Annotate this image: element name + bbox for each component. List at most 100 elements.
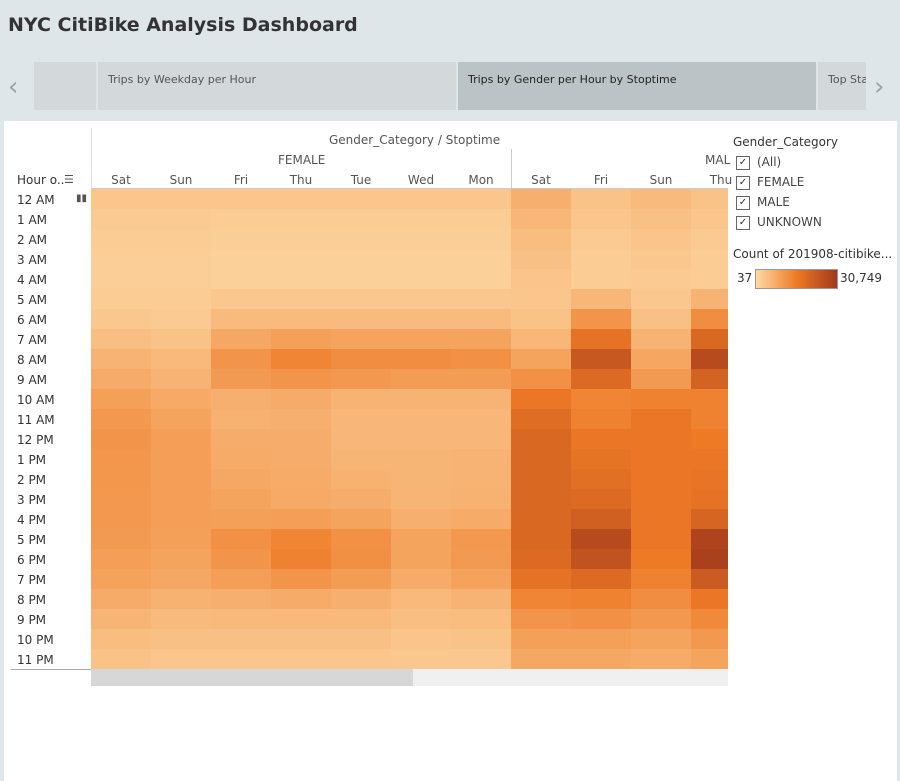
heatmap-cell[interactable] bbox=[691, 609, 728, 629]
heatmap-cell[interactable] bbox=[571, 609, 631, 629]
heatmap-cell[interactable] bbox=[91, 569, 151, 589]
heatmap-cell[interactable] bbox=[571, 569, 631, 589]
heatmap-cell[interactable] bbox=[691, 429, 728, 449]
heatmap-cell[interactable] bbox=[211, 429, 271, 449]
heatmap-cell[interactable] bbox=[271, 269, 331, 289]
heatmap-cell[interactable] bbox=[91, 189, 151, 209]
heatmap-cell[interactable] bbox=[451, 469, 511, 489]
heatmap-cell[interactable] bbox=[451, 209, 511, 229]
heatmap-cell[interactable] bbox=[631, 589, 691, 609]
heatmap-cell[interactable] bbox=[451, 269, 511, 289]
heatmap-cell[interactable] bbox=[211, 649, 271, 669]
heatmap-cell[interactable] bbox=[571, 229, 631, 249]
heatmap-cell[interactable] bbox=[91, 209, 151, 229]
heatmap-cell[interactable] bbox=[691, 209, 728, 229]
heatmap-cell[interactable] bbox=[451, 329, 511, 349]
heatmap-cell[interactable] bbox=[151, 209, 211, 229]
heatmap-cell[interactable] bbox=[91, 329, 151, 349]
heatmap-cell[interactable] bbox=[271, 489, 331, 509]
heatmap-cell[interactable] bbox=[631, 609, 691, 629]
heatmap-cell[interactable] bbox=[391, 649, 451, 669]
heatmap-cell[interactable] bbox=[691, 449, 728, 469]
heatmap-cell[interactable] bbox=[691, 589, 728, 609]
heatmap-cell[interactable] bbox=[691, 649, 728, 669]
heatmap-cell[interactable] bbox=[631, 429, 691, 449]
heatmap-cell[interactable] bbox=[631, 349, 691, 369]
heatmap-cell[interactable] bbox=[451, 389, 511, 409]
heatmap-cell[interactable] bbox=[211, 589, 271, 609]
heatmap-cell[interactable] bbox=[511, 189, 571, 209]
heatmap-cell[interactable] bbox=[391, 429, 451, 449]
heatmap-cell[interactable] bbox=[631, 369, 691, 389]
tab-top-stations[interactable]: Top Sta bbox=[818, 62, 866, 110]
heatmap-cell[interactable] bbox=[451, 449, 511, 469]
heatmap-cell[interactable] bbox=[91, 269, 151, 289]
heatmap-cell[interactable] bbox=[571, 529, 631, 549]
heatmap-cell[interactable] bbox=[511, 389, 571, 409]
heatmap-cell[interactable] bbox=[691, 489, 728, 509]
heatmap-cell[interactable] bbox=[91, 469, 151, 489]
heatmap-cell[interactable] bbox=[151, 329, 211, 349]
heatmap-cell[interactable] bbox=[691, 529, 728, 549]
heatmap-cell[interactable] bbox=[271, 349, 331, 369]
heatmap-cell[interactable] bbox=[331, 629, 391, 649]
heatmap-cell[interactable] bbox=[691, 469, 728, 489]
heatmap-cell[interactable] bbox=[691, 289, 728, 309]
heatmap-cell[interactable] bbox=[631, 449, 691, 469]
heatmap-cell[interactable] bbox=[511, 229, 571, 249]
heatmap-cell[interactable] bbox=[271, 209, 331, 229]
heatmap-cell[interactable] bbox=[571, 409, 631, 429]
heatmap-cell[interactable] bbox=[331, 209, 391, 229]
heatmap-cell[interactable] bbox=[631, 549, 691, 569]
heatmap-cell[interactable] bbox=[151, 589, 211, 609]
heatmap-cell[interactable] bbox=[391, 569, 451, 589]
heatmap-cell[interactable] bbox=[211, 489, 271, 509]
heatmap-cell[interactable] bbox=[271, 389, 331, 409]
heatmap-cell[interactable] bbox=[91, 369, 151, 389]
heatmap-cell[interactable] bbox=[271, 289, 331, 309]
heatmap-cell[interactable] bbox=[91, 289, 151, 309]
heatmap-cell[interactable] bbox=[391, 369, 451, 389]
heatmap-cell[interactable] bbox=[391, 549, 451, 569]
checkbox-icon[interactable]: ✓ bbox=[736, 155, 750, 170]
tab-trips-by-weekday[interactable]: Trips by Weekday per Hour bbox=[98, 62, 456, 110]
heatmap-cell[interactable] bbox=[151, 509, 211, 529]
heatmap-cell[interactable] bbox=[511, 529, 571, 549]
heatmap-cell[interactable] bbox=[151, 409, 211, 429]
heatmap-cell[interactable] bbox=[331, 189, 391, 209]
filter-option-male[interactable]: ✓ MALE bbox=[736, 195, 790, 210]
chevron-left-icon[interactable]: ‹ bbox=[8, 72, 18, 102]
heatmap-cell[interactable] bbox=[631, 289, 691, 309]
heatmap-cell[interactable] bbox=[451, 529, 511, 549]
heatmap-cell[interactable] bbox=[331, 609, 391, 629]
heatmap-cell[interactable] bbox=[271, 569, 331, 589]
heatmap-cell[interactable] bbox=[631, 389, 691, 409]
heatmap-cell[interactable] bbox=[391, 289, 451, 309]
heatmap-cell[interactable] bbox=[691, 349, 728, 369]
heatmap-cell[interactable] bbox=[271, 249, 331, 269]
heatmap-cell[interactable] bbox=[511, 289, 571, 309]
heatmap-cell[interactable] bbox=[571, 629, 631, 649]
heatmap-cell[interactable] bbox=[511, 629, 571, 649]
checkbox-icon[interactable]: ✓ bbox=[736, 195, 750, 210]
heatmap-cell[interactable] bbox=[571, 309, 631, 329]
heatmap-cell[interactable] bbox=[331, 289, 391, 309]
heatmap-cell[interactable] bbox=[451, 629, 511, 649]
heatmap-cell[interactable] bbox=[391, 389, 451, 409]
heatmap-cell[interactable] bbox=[151, 449, 211, 469]
heatmap-cell[interactable] bbox=[331, 249, 391, 269]
heatmap-cell[interactable] bbox=[571, 509, 631, 529]
heatmap-cell[interactable] bbox=[271, 409, 331, 429]
checkbox-icon[interactable]: ✓ bbox=[736, 175, 750, 190]
heatmap-cell[interactable] bbox=[151, 269, 211, 289]
heatmap-cell[interactable] bbox=[691, 309, 728, 329]
heatmap-cell[interactable] bbox=[91, 309, 151, 329]
heatmap-cell[interactable] bbox=[91, 529, 151, 549]
heatmap-cell[interactable] bbox=[631, 249, 691, 269]
heatmap-cell[interactable] bbox=[151, 649, 211, 669]
heatmap-cell[interactable] bbox=[631, 269, 691, 289]
heatmap-cell[interactable] bbox=[391, 409, 451, 429]
heatmap-cell[interactable] bbox=[151, 629, 211, 649]
heatmap-cell[interactable] bbox=[331, 309, 391, 329]
heatmap-cell[interactable] bbox=[511, 329, 571, 349]
